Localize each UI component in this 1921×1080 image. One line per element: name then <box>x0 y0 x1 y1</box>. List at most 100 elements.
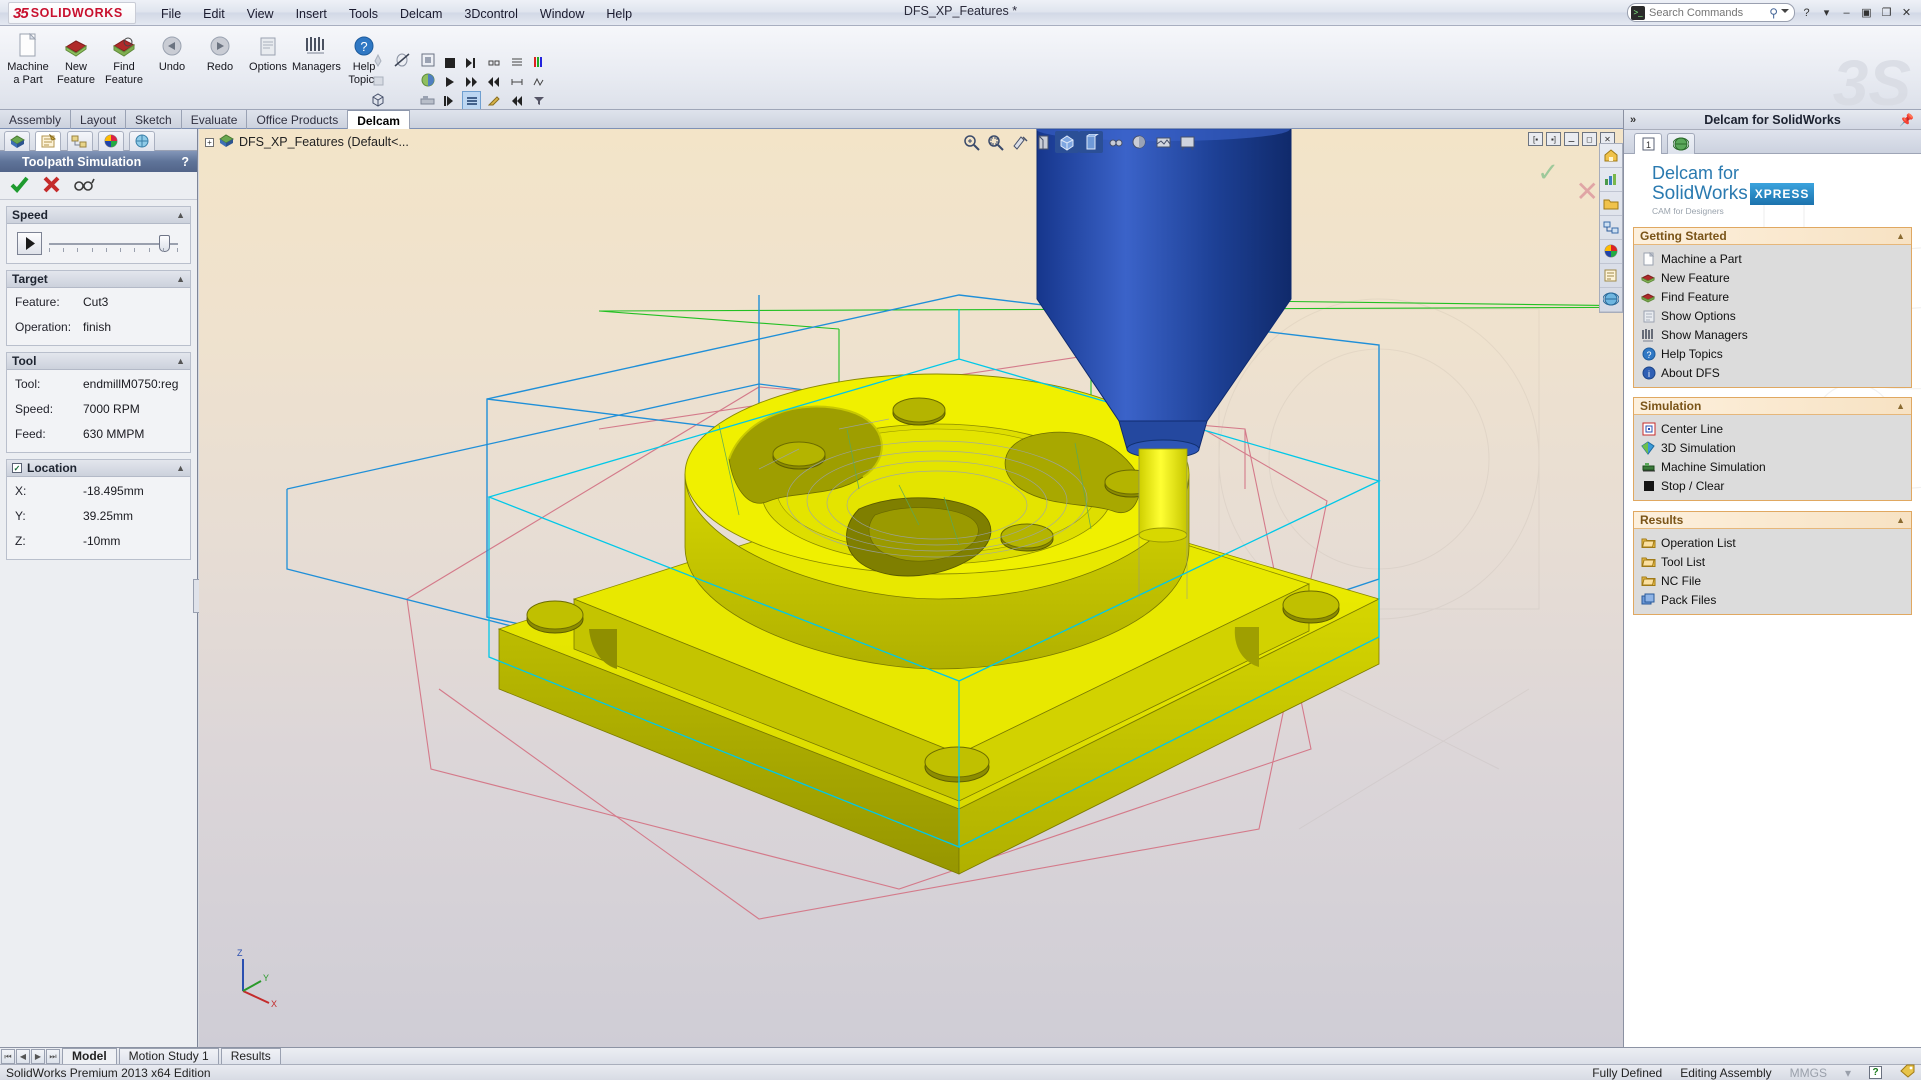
menu-item-delcam[interactable]: Delcam <box>389 4 453 24</box>
play-simulation-button[interactable] <box>17 232 42 255</box>
pencil-icon[interactable] <box>485 91 504 109</box>
minimize-icon[interactable]: ⚊ <box>1564 132 1579 146</box>
shade-icon[interactable] <box>418 70 438 90</box>
close-button[interactable]: ✕ <box>1898 4 1915 21</box>
tab-sketch[interactable]: Sketch <box>126 110 182 129</box>
dimxpert-tab[interactable] <box>129 131 156 151</box>
cancel-x-icon[interactable] <box>43 176 60 196</box>
first-icon[interactable]: ⏮ <box>1 1049 15 1064</box>
item-3d-simulation[interactable]: 3D Simulation <box>1634 438 1911 457</box>
menu-item-view[interactable]: View <box>236 4 285 24</box>
last-icon[interactable]: ⏭ <box>46 1049 60 1064</box>
collapse-icon[interactable] <box>485 72 504 91</box>
view-orientation-icon[interactable] <box>1055 131 1079 153</box>
maximize-button[interactable]: ❐ <box>1878 4 1895 21</box>
item-center-line[interactable]: Center Line <box>1634 419 1911 438</box>
restore-right-icon[interactable]: ▪] <box>1546 132 1561 146</box>
chevron-up-icon[interactable]: ▲ <box>176 463 185 473</box>
item-help-topics[interactable]: ? Help Topics <box>1634 344 1911 363</box>
collapse-pane-icon[interactable]: » <box>1630 114 1636 126</box>
no-feature-icon[interactable] <box>392 50 412 70</box>
ribbon-managers-button[interactable]: Managers <box>292 28 341 74</box>
prev-icon[interactable]: ◀ <box>16 1049 30 1064</box>
ribbon-new-feature-button[interactable]: New Feature <box>52 28 100 86</box>
property-manager-tab[interactable] <box>35 131 62 151</box>
drill-icon[interactable] <box>368 50 388 70</box>
item-machine-simulation[interactable]: Machine Simulation <box>1634 457 1911 476</box>
bottom-tab-model[interactable]: Model <box>62 1048 117 1064</box>
minimize-button[interactable]: – <box>1838 4 1855 21</box>
item-operation-list[interactable]: Operation List <box>1634 533 1911 552</box>
zoom-to-area-icon[interactable] <box>983 131 1007 153</box>
chevron-up-icon[interactable]: ▲ <box>1896 231 1905 241</box>
delcam-tab[interactable]: 1 <box>1634 133 1662 154</box>
chart-icon[interactable] <box>1600 168 1622 192</box>
folder-icon[interactable] <box>1600 192 1622 216</box>
status-help-badge[interactable]: ? <box>1869 1066 1882 1079</box>
tag-icon[interactable] <box>1900 1064 1915 1080</box>
link-icon[interactable] <box>485 53 504 72</box>
item-show-managers[interactable]: Show Managers <box>1634 325 1911 344</box>
chevron-down-icon[interactable] <box>1781 9 1789 13</box>
wireframe-icon[interactable] <box>507 52 526 71</box>
cube-icon[interactable] <box>368 90 388 109</box>
view-settings-icon[interactable] <box>1175 131 1199 153</box>
item-new-feature[interactable]: New Feature <box>1634 268 1911 287</box>
restore-button[interactable]: ▣ <box>1858 4 1875 21</box>
pocket-icon[interactable] <box>368 70 388 90</box>
display-manager-tab[interactable] <box>98 131 125 151</box>
tab-evaluate[interactable]: Evaluate <box>182 110 248 129</box>
fast-forward-icon[interactable] <box>462 72 481 91</box>
play-icon[interactable] <box>440 72 459 91</box>
previous-view-icon[interactable] <box>1007 131 1031 153</box>
location-group-header[interactable]: ✓ Location ▲ <box>7 460 190 477</box>
appearance-icon[interactable] <box>1127 131 1151 153</box>
tree-expand-icon[interactable]: + <box>205 137 214 147</box>
restore-left-icon[interactable]: [▪ <box>1528 132 1543 146</box>
menu-item-tools[interactable]: Tools <box>338 4 389 24</box>
zoom-to-fit-icon[interactable] <box>959 131 983 153</box>
item-tool-list[interactable]: Tool List <box>1634 552 1911 571</box>
menu-item-insert[interactable]: Insert <box>285 4 338 24</box>
menu-item-help[interactable]: Help <box>595 4 643 24</box>
item-machine-a-part[interactable]: Machine a Part <box>1634 249 1911 268</box>
menu-item-3dcontrol[interactable]: 3Dcontrol <box>453 4 529 24</box>
viewport-feature-tree[interactable]: + DFS_XP_Features (Default<... <box>205 133 409 151</box>
target-group-header[interactable]: Target ▲ <box>7 271 190 288</box>
tab-assembly[interactable]: Assembly <box>0 110 72 129</box>
status-units-dropdown-icon[interactable]: ▾ <box>1845 1066 1851 1080</box>
rewind-icon[interactable] <box>507 91 526 109</box>
toolpath-icon[interactable] <box>529 72 548 91</box>
tab-delcam[interactable]: Delcam <box>348 110 410 129</box>
search-input[interactable] <box>1649 6 1759 19</box>
item-find-feature[interactable]: Find Feature <box>1634 287 1911 306</box>
web-tab[interactable] <box>1667 133 1696 154</box>
home-icon[interactable] <box>1600 144 1622 168</box>
help-button[interactable]: ? <box>1798 4 1815 21</box>
notes-icon[interactable] <box>1600 264 1622 288</box>
machine-icon[interactable] <box>418 90 438 109</box>
item-show-options[interactable]: Show Options <box>1634 306 1911 325</box>
step-forward-icon[interactable] <box>462 53 481 72</box>
globe-icon[interactable] <box>1600 288 1622 312</box>
ok-check-icon[interactable] <box>10 176 29 196</box>
section-view-icon[interactable] <box>1031 131 1055 153</box>
ribbon-undo-button[interactable]: Undo <box>148 28 196 74</box>
end-icon[interactable] <box>440 91 459 109</box>
maximize-icon[interactable]: ◻ <box>1582 132 1597 146</box>
list-view-icon[interactable] <box>462 91 482 109</box>
hide-show-icon[interactable] <box>1103 131 1127 153</box>
item-about-dfs[interactable]: i About DFS <box>1634 363 1911 382</box>
ribbon-redo-button[interactable]: Redo <box>196 28 244 74</box>
glasses-icon[interactable] <box>74 177 96 195</box>
ribbon-options-button[interactable]: Options <box>244 28 292 74</box>
viewport-confirm-icon[interactable]: ✓ <box>1537 157 1559 188</box>
item-nc-file[interactable]: NC File <box>1634 571 1911 590</box>
viewport-cancel-icon[interactable]: ✕ <box>1576 175 1599 208</box>
location-checkbox[interactable]: ✓ <box>12 463 22 473</box>
chevron-up-icon[interactable]: ▲ <box>176 274 185 284</box>
configuration-manager-tab[interactable] <box>66 131 93 151</box>
menu-item-edit[interactable]: Edit <box>192 4 236 24</box>
chevron-up-icon[interactable]: ▲ <box>176 210 185 220</box>
ribbon-machine-a-part-button[interactable]: Machine a Part <box>4 28 52 86</box>
